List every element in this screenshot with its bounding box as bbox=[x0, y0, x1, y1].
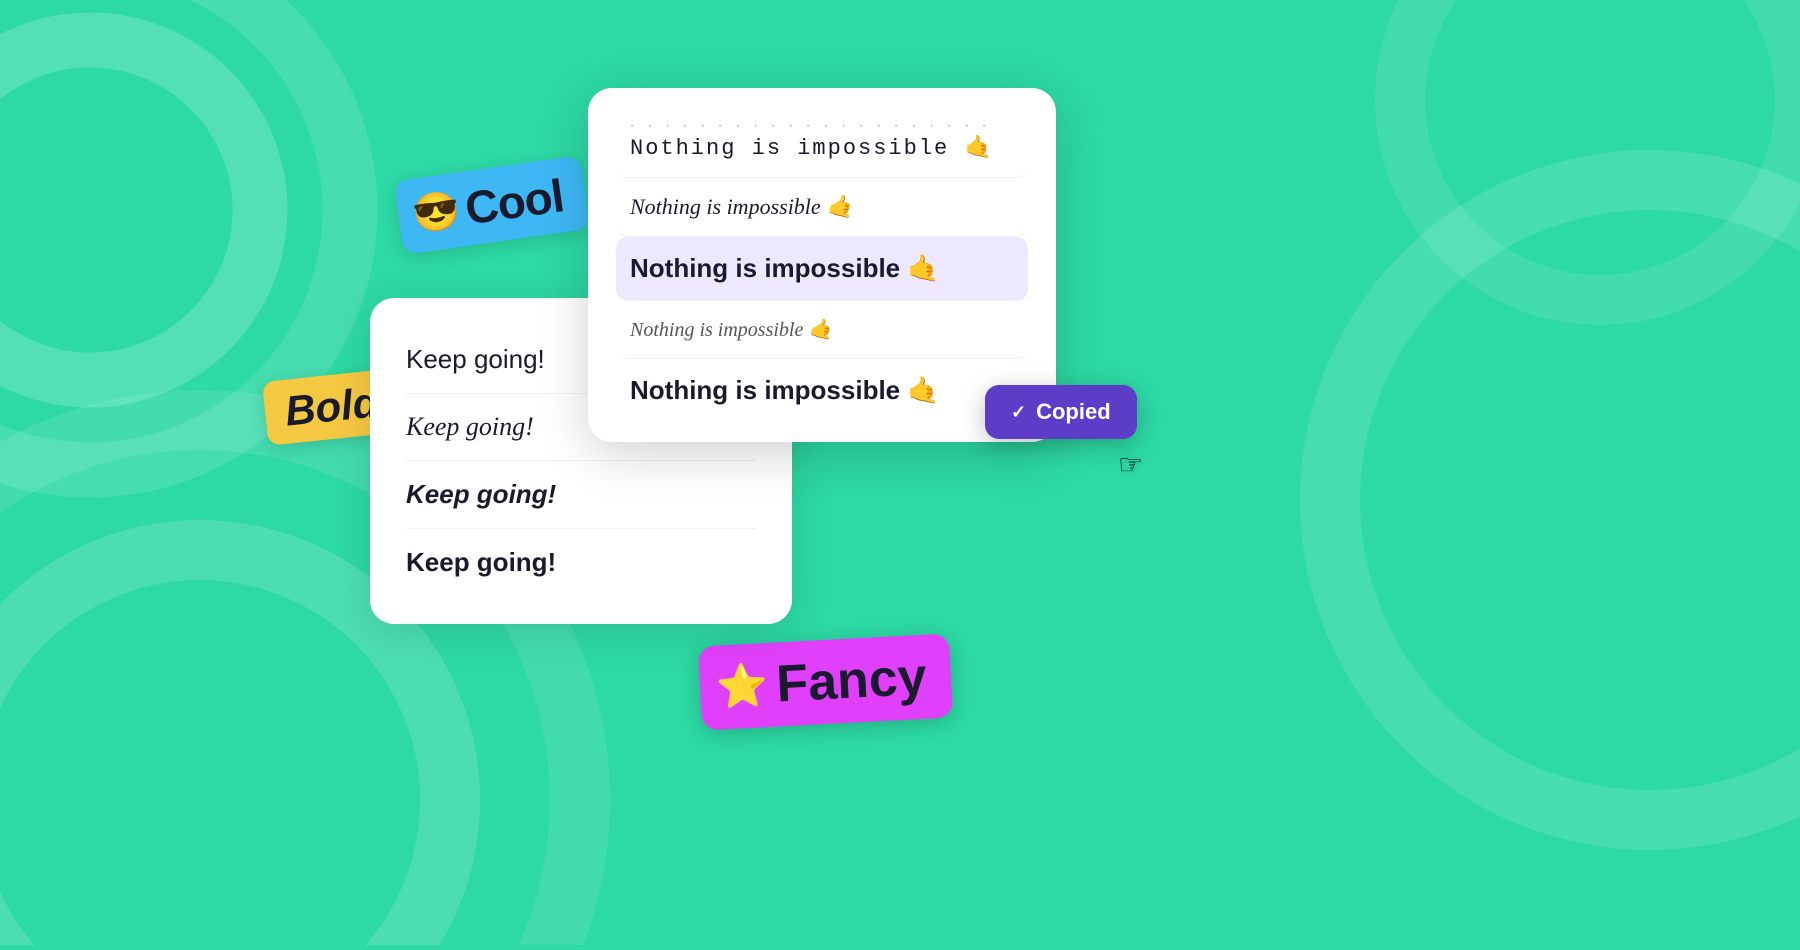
fancy-badge: ⭐ Fancy bbox=[698, 634, 953, 731]
cool-badge-label: Cool bbox=[462, 168, 567, 235]
copied-label: Copied bbox=[1036, 399, 1111, 425]
check-icon: ✓ bbox=[1011, 402, 1026, 423]
cool-badge-emoji: 😎 bbox=[410, 191, 462, 235]
front-card: ° ° ° ° ° ° ° ° ° ° ° ° ° ° ° ° ° ° ° ° … bbox=[588, 88, 1056, 442]
front-card-row-3[interactable]: Nothing is impossible 🤙 bbox=[616, 237, 1028, 301]
front-card-row-2[interactable]: Nothing is impossible 🤙 bbox=[616, 178, 1028, 237]
back-card-row-3[interactable]: Keep going! bbox=[406, 461, 756, 529]
fancy-badge-emoji: ⭐ bbox=[715, 661, 770, 713]
copied-tooltip: ✓ Copied bbox=[985, 385, 1137, 439]
front-card-row-5[interactable]: Nothing is impossible 🤙 bbox=[616, 359, 1028, 422]
front-card-row-4[interactable]: Nothing is impossible 🤙 bbox=[616, 301, 1028, 359]
cool-badge: 😎 Cool bbox=[394, 155, 590, 254]
bold-badge-label: Bold bbox=[283, 378, 381, 434]
front-card-row-1[interactable]: ° ° ° ° ° ° ° ° ° ° ° ° ° ° ° ° ° ° ° ° … bbox=[616, 108, 1028, 178]
back-card-row-4[interactable]: Keep going! bbox=[406, 529, 756, 596]
cursor-icon: ☞ bbox=[1118, 448, 1143, 481]
fancy-badge-label: Fancy bbox=[775, 647, 928, 715]
